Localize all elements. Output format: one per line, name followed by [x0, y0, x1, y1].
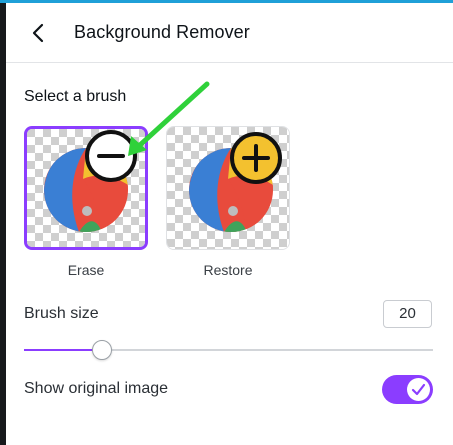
restore-brush-thumbnail [167, 127, 289, 249]
erase-brush-thumbnail [27, 129, 145, 247]
left-edge-bar [0, 3, 6, 445]
restore-brush-option[interactable] [166, 126, 290, 250]
brush-size-input[interactable]: 20 [383, 300, 432, 328]
checkmark-icon [411, 383, 426, 396]
chevron-left-icon [32, 23, 44, 43]
panel-title: Background Remover [74, 22, 250, 42]
restore-brush-label: Restore [203, 262, 253, 278]
toggle-knob [407, 378, 430, 401]
brush-size-label: Brush size [24, 305, 99, 322]
show-original-label: Show original image [24, 380, 169, 397]
show-original-toggle[interactable] [382, 375, 433, 404]
header-divider [6, 62, 453, 63]
erase-brush-label: Erase [67, 262, 105, 278]
back-button[interactable] [28, 21, 50, 45]
select-brush-heading: Select a brush [24, 88, 127, 105]
erase-brush-option[interactable] [24, 126, 148, 250]
slider-thumb[interactable] [91, 340, 112, 360]
slider-fill [24, 349, 102, 351]
panel-header: Background Remover [6, 3, 453, 61]
brush-size-slider[interactable] [24, 340, 433, 360]
